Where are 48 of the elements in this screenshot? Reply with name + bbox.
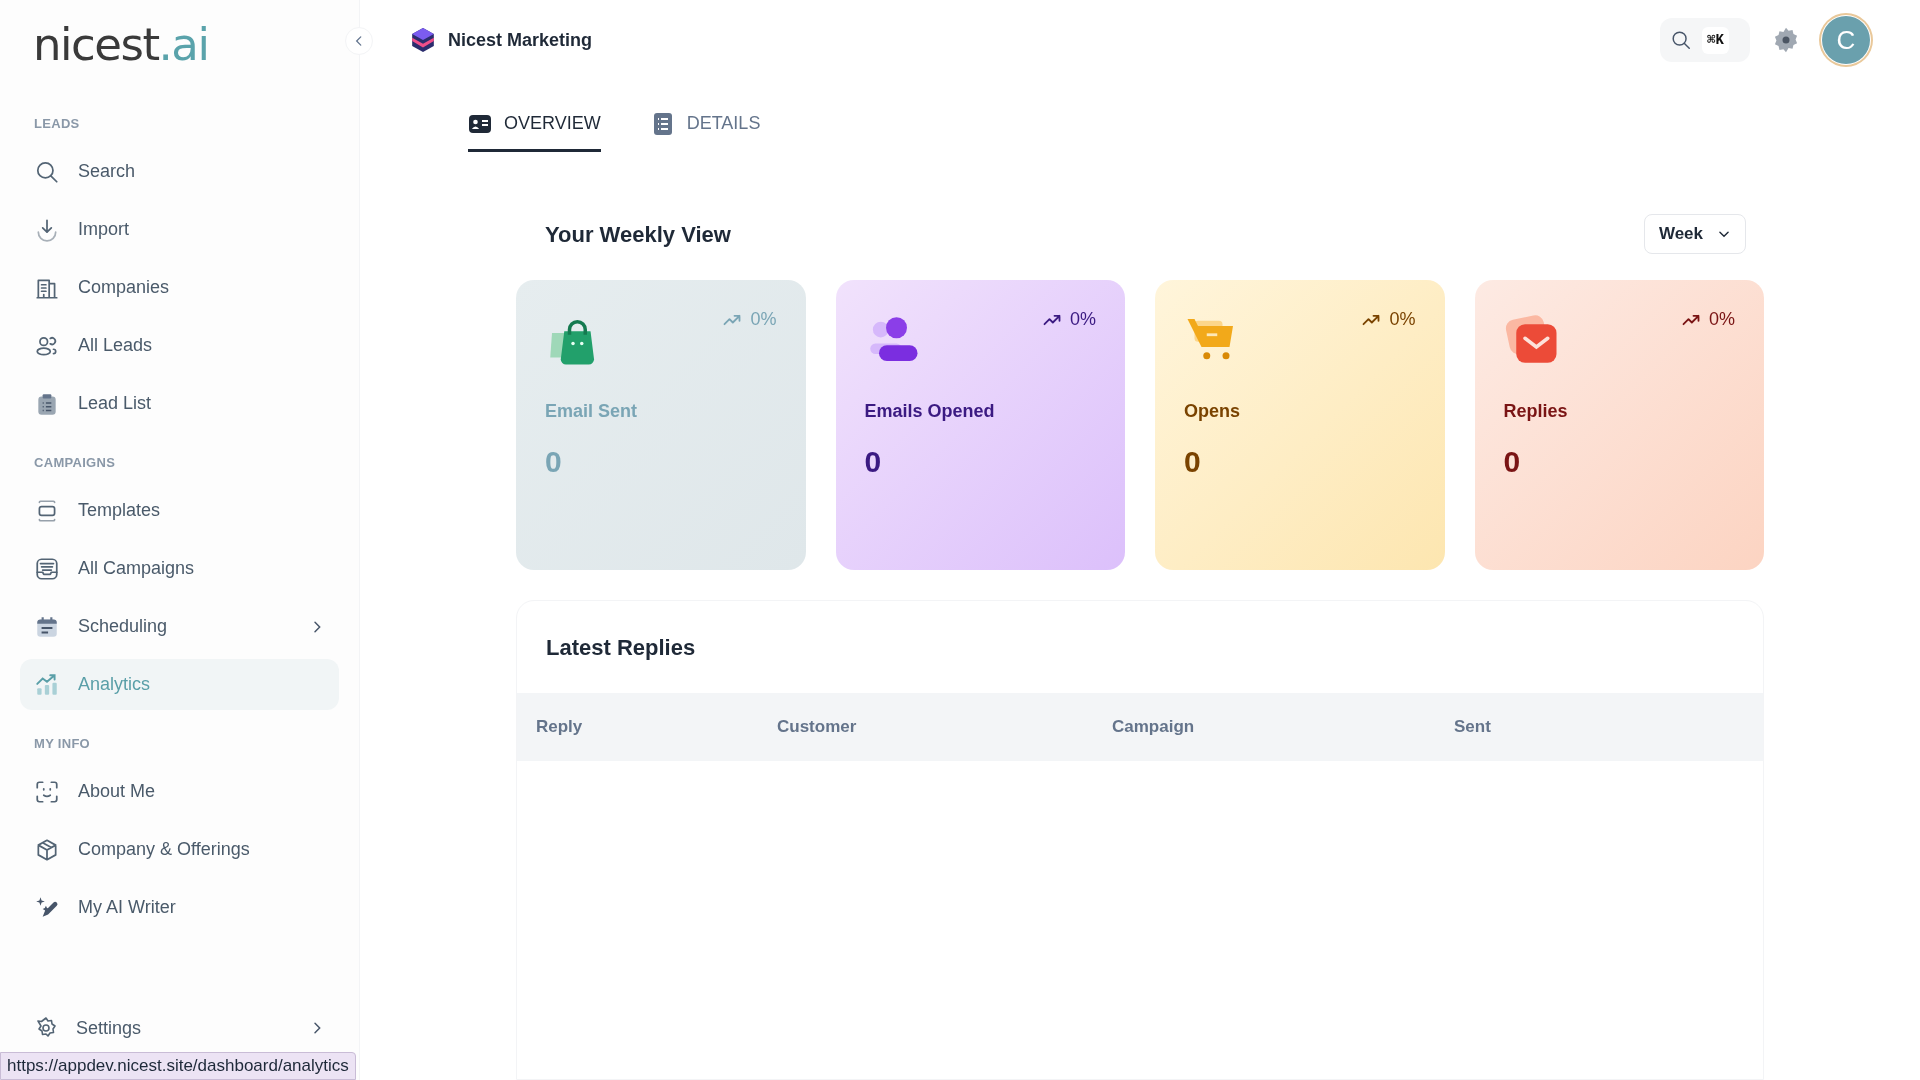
- sidebar-item[interactable]: Templates: [20, 485, 339, 536]
- change-indicator: 0%: [722, 306, 777, 333]
- stat-value: 0: [1184, 444, 1201, 480]
- sidebar-item[interactable]: All Campaigns: [20, 543, 339, 594]
- stat-label: Emails Opened: [864, 400, 995, 423]
- tab[interactable]: OVERVIEW: [468, 102, 601, 152]
- column-header: Reply: [536, 716, 584, 739]
- smile-icon: [34, 778, 60, 805]
- column-header: Sent: [1454, 716, 1492, 739]
- sidebar-item[interactable]: Companies: [20, 262, 339, 313]
- search-button[interactable]: ⌘K: [1660, 18, 1750, 62]
- column-header: Customer: [777, 716, 858, 739]
- tab[interactable]: DETAILS: [650, 102, 761, 152]
- period-dropdown[interactable]: Week: [1643, 214, 1746, 254]
- sidebar-item[interactable]: Settings: [20, 1010, 339, 1046]
- stat-value: 0: [864, 444, 882, 480]
- shortcut-key: ⌘K: [1702, 26, 1729, 54]
- sidebar-item[interactable]: My AI Writer: [20, 882, 339, 933]
- sidebar-item[interactable]: Scheduling: [20, 601, 339, 652]
- sidebar-item[interactable]: All Leads: [20, 320, 339, 371]
- section-heading: CAMPAIGNS: [34, 454, 116, 473]
- section-heading: LEADS: [34, 115, 80, 134]
- panel-title: Latest Replies: [546, 633, 696, 662]
- sidebar-item[interactable]: Lead List: [20, 378, 339, 429]
- stat-label: Opens: [1184, 400, 1240, 423]
- column-header: Campaign: [1112, 716, 1196, 739]
- change-indicator: 0%: [1361, 306, 1416, 333]
- change-indicator: 0%: [1681, 306, 1735, 333]
- settings-icon[interactable]: [1772, 26, 1800, 54]
- stat-value: 0: [545, 444, 562, 480]
- workspace-name: Nicest Marketing: [448, 28, 593, 52]
- sidebar-item[interactable]: Import: [20, 204, 339, 255]
- sidebar-item[interactable]: Search: [20, 146, 339, 197]
- chart-icon: [34, 671, 60, 698]
- stat-value: 0: [1503, 444, 1521, 480]
- cube-logo-icon: [410, 27, 436, 53]
- stat-label: Email Sent: [545, 400, 638, 423]
- section-title: Your Weekly View: [545, 220, 731, 249]
- sidebar-item[interactable]: About Me: [20, 766, 339, 817]
- gear-icon: [34, 1016, 58, 1040]
- inbox-icon: [34, 555, 60, 582]
- stat-label: Replies: [1503, 400, 1568, 423]
- section-heading: MY INFO: [34, 735, 91, 754]
- search-icon: [1670, 29, 1692, 51]
- change-indicator: 0%: [1042, 306, 1096, 333]
- status-url: https://appdev.nicest.site/dashboard/analytics: [0, 1052, 356, 1080]
- nicest-ai-logo: nicest.ai: [33, 17, 209, 67]
- sidebar-item[interactable]: Company & Offerings: [20, 824, 339, 875]
